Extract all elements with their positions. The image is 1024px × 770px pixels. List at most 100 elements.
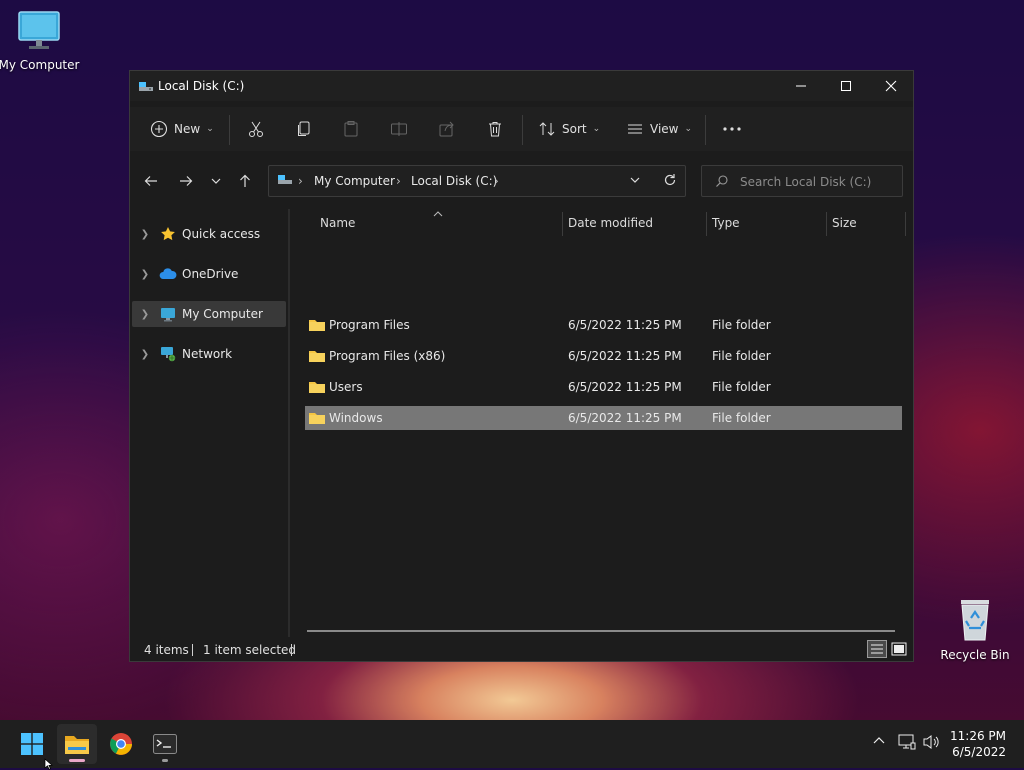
cloud-icon [158,268,178,280]
up-button[interactable] [233,169,257,193]
recent-locations-button[interactable] [204,169,228,193]
paste-button[interactable] [342,115,360,143]
maximize-icon [841,81,851,91]
folder-icon [308,348,326,366]
sidebar-item-network[interactable]: ❯ Network [132,341,286,367]
show-hidden-icons-button[interactable] [872,734,886,752]
copy-button[interactable] [295,115,313,143]
breadcrumb-my-computer[interactable]: My Computer [314,174,395,188]
view-label: View [650,122,679,136]
file-type: File folder [712,349,771,363]
new-button[interactable]: New ⌄ [150,115,214,143]
file-row-users[interactable]: Users 6/5/2022 11:25 PM File folder [305,375,902,399]
column-divider[interactable] [706,212,707,236]
selection-count: 1 item selected [203,643,297,657]
network-status-button[interactable] [898,734,916,754]
file-row-program-files-x86[interactable]: Program Files (x86) 6/5/2022 11:25 PM Fi… [305,344,902,368]
windows-logo-icon [21,733,43,755]
monitor-icon [158,307,178,322]
details-view-button[interactable] [867,640,887,661]
taskbar-terminal[interactable] [145,724,185,764]
column-header-type[interactable]: Type [712,216,740,230]
file-list: Name Date modified Type Size Program Fil… [290,209,913,637]
column-header-date-modified[interactable]: Date modified [568,216,653,230]
rename-icon [391,122,407,136]
refresh-icon [664,174,676,186]
taskbar-chrome[interactable] [101,724,141,764]
terminal-icon [153,734,177,754]
file-row-program-files[interactable]: Program Files 6/5/2022 11:25 PM File fol… [305,313,902,337]
column-divider[interactable] [905,212,906,236]
column-divider[interactable] [826,212,827,236]
forward-button[interactable] [174,169,198,193]
breadcrumb-local-disk[interactable]: Local Disk (C:) [411,174,497,188]
desktop-icon-my-computer[interactable]: My Computer [0,10,81,72]
file-row-windows[interactable]: Windows 6/5/2022 11:25 PM File folder [305,406,902,430]
recycle-bin-icon [961,600,989,641]
back-button[interactable] [139,169,163,193]
copy-icon [298,121,310,136]
chevron-right-icon[interactable]: ❯ [132,349,158,360]
navigation-pane: ❯ Quick access ❯ OneDrive ❯ My Computer … [130,209,288,637]
cut-button[interactable] [247,115,265,143]
divider [705,115,706,145]
view-button[interactable]: View ⌄ [626,115,692,143]
rename-button[interactable] [390,115,408,143]
clock-date: 6/5/2022 [952,745,1006,759]
horizontal-scrollbar[interactable] [307,630,895,632]
chrome-icon [110,733,132,755]
clock-time: 11:26 PM [950,729,1006,743]
sidebar-item-label: My Computer [182,307,263,321]
file-type: File folder [712,318,771,332]
volume-button[interactable] [922,734,940,754]
chevron-right-icon[interactable]: ❯ [132,269,158,280]
view-list-icon [628,124,642,134]
delete-button[interactable] [486,115,504,143]
chevron-down-icon: ⌄ [206,124,214,134]
file-name: Users [329,380,363,394]
desktop-icon-recycle-bin[interactable]: Recycle Bin [933,596,1017,662]
sidebar-item-quick-access[interactable]: ❯ Quick access [132,221,286,247]
chevron-right-icon[interactable]: ❯ [132,229,158,240]
search-input[interactable] [738,172,897,192]
title-bar[interactable]: Local Disk (C:) [130,71,913,101]
refresh-button[interactable] [663,173,677,190]
network-icon [158,346,178,362]
sort-label: Sort [562,122,587,136]
star-icon [158,226,178,242]
chevron-right-icon[interactable]: ❯ [132,309,158,320]
taskbar-file-explorer[interactable] [57,724,97,764]
mouse-cursor-icon [44,758,53,770]
running-indicator [162,759,168,762]
column-divider[interactable] [562,212,563,236]
file-type: File folder [712,380,771,394]
file-date: 6/5/2022 11:25 PM [568,411,682,425]
column-header-size[interactable]: Size [832,216,857,230]
trash-icon [489,122,501,137]
maximize-button[interactable] [823,71,869,101]
column-header-name[interactable]: Name [320,216,355,230]
chevron-down-icon [211,178,221,184]
sidebar-item-my-computer[interactable]: ❯ My Computer [132,301,286,327]
plus-circle-icon [150,120,168,138]
folder-icon [308,379,326,397]
more-options-button[interactable] [722,115,742,143]
minimize-button[interactable] [778,71,824,101]
close-button[interactable] [868,71,914,101]
tiles-view-button[interactable] [890,640,908,661]
chevron-up-icon [873,737,885,744]
sidebar-item-onedrive[interactable]: ❯ OneDrive [132,261,286,287]
sort-button[interactable]: Sort ⌄ [538,115,600,143]
monitor-icon [18,11,60,49]
desktop-icon-label: Recycle Bin [940,648,1010,662]
address-dropdown-button[interactable] [629,174,641,189]
breadcrumb-separator: › [494,174,499,188]
divider [522,115,523,145]
address-bar[interactable]: › My Computer › Local Disk (C:) › [268,165,686,197]
divider [291,644,292,656]
system-clock[interactable]: 11:26 PM 6/5/2022 [950,728,1006,760]
minimize-icon [796,85,806,87]
search-box[interactable] [701,165,903,197]
share-button[interactable] [438,115,456,143]
chevron-down-icon: ⌄ [684,124,693,134]
